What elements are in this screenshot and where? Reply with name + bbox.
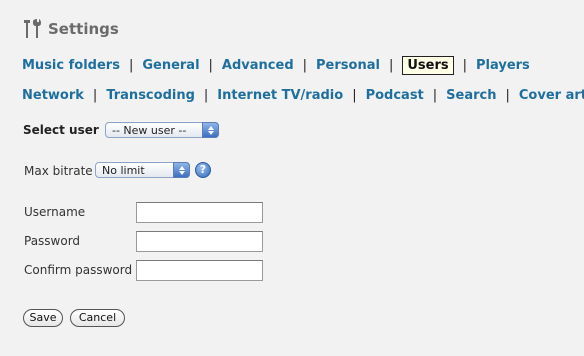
help-icon[interactable]: ? xyxy=(195,162,211,178)
dropdown-arrow-icon xyxy=(202,122,219,138)
select-user-value: -- New user -- xyxy=(112,124,187,137)
cancel-button[interactable]: Cancel xyxy=(70,309,125,327)
tools-icon xyxy=(24,19,41,38)
tab-advanced[interactable]: Advanced xyxy=(222,58,294,73)
confirm-password-input[interactable] xyxy=(136,260,263,281)
confirm-password-label: Confirm password xyxy=(24,263,133,277)
nav-separator: | xyxy=(302,58,308,73)
tab-cover-art[interactable]: Cover art xyxy=(519,88,584,103)
nav-separator: | xyxy=(432,88,438,103)
tab-network[interactable]: Network xyxy=(22,88,84,103)
password-label: Password xyxy=(24,234,81,248)
username-input[interactable] xyxy=(136,202,263,223)
dropdown-arrow-icon xyxy=(173,162,190,178)
tab-internet-tv-radio[interactable]: Internet TV/radio xyxy=(217,88,343,103)
nav-separator: | xyxy=(462,58,467,73)
select-user-dropdown[interactable]: -- New user -- xyxy=(105,122,219,138)
tab-personal[interactable]: Personal xyxy=(316,58,380,73)
select-user-label: Select user xyxy=(23,123,99,137)
page-header: Settings xyxy=(22,18,119,40)
nav-separator: | xyxy=(208,58,213,73)
tab-transcoding[interactable]: Transcoding xyxy=(106,88,195,103)
password-input[interactable] xyxy=(136,231,263,252)
nav-separator: | xyxy=(128,58,134,73)
max-bitrate-value: No limit xyxy=(102,164,145,177)
tab-music-folders[interactable]: Music folders xyxy=(22,58,120,73)
page-title: Settings xyxy=(48,20,119,38)
tab-players[interactable]: Players xyxy=(476,58,530,73)
tab-podcast[interactable]: Podcast xyxy=(366,88,424,103)
nav-separator: | xyxy=(505,88,510,103)
nav-separator: | xyxy=(92,88,98,103)
nav-separator: | xyxy=(203,88,209,103)
username-label: Username xyxy=(24,205,86,219)
tab-users[interactable]: Users xyxy=(402,56,454,75)
settings-nav-row-1: Music folders | General | Advanced | Personal |… xyxy=(22,56,530,75)
save-button[interactable]: Save xyxy=(23,309,63,327)
settings-nav-row-2: Network | Transcoding | Internet TV/radio | Po… xyxy=(22,88,584,103)
max-bitrate-dropdown[interactable]: No limit xyxy=(95,162,190,178)
tab-search[interactable]: Search xyxy=(446,88,496,103)
max-bitrate-label: Max bitrate xyxy=(24,164,93,178)
tab-general[interactable]: General xyxy=(142,58,199,73)
settings-page: Settings Music folders | General | Advanced |… xyxy=(0,0,584,356)
nav-separator: | xyxy=(352,88,357,103)
nav-separator: | xyxy=(388,58,394,73)
